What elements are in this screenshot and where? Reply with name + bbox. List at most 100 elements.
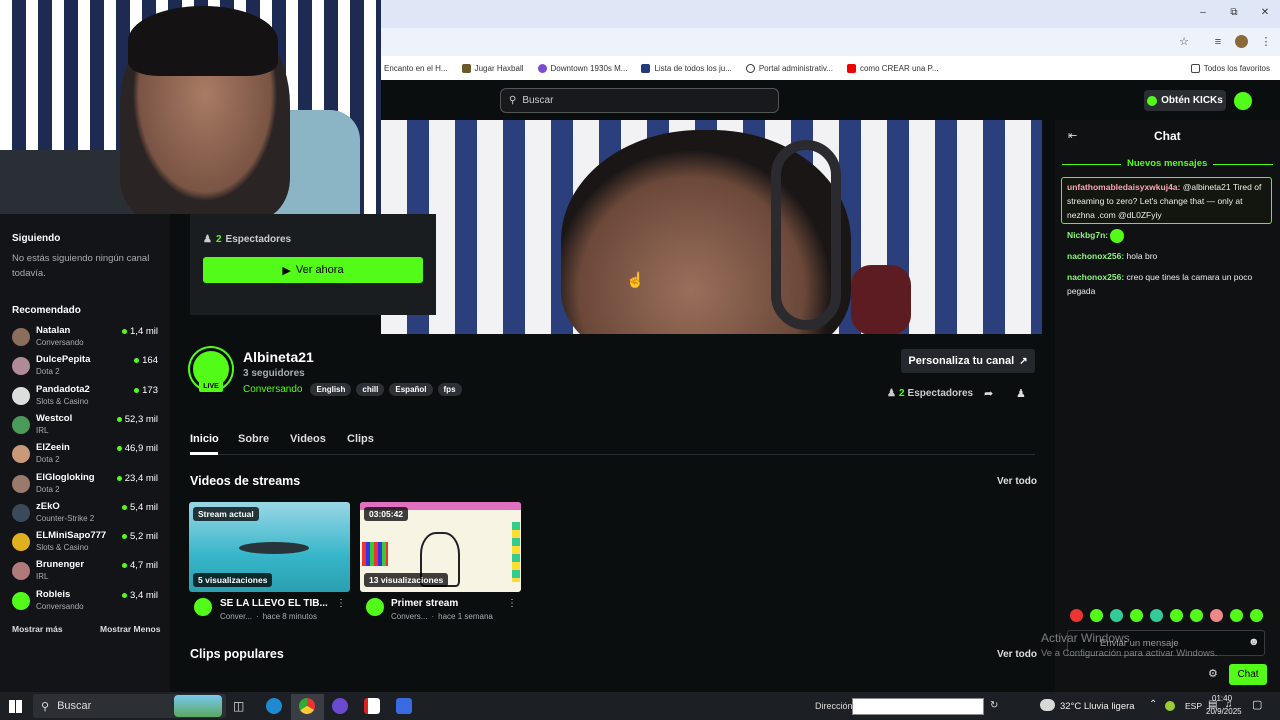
emote-icon[interactable] <box>1110 609 1123 622</box>
chat-username[interactable]: unfathomabledaisyxwkuj4a: <box>1067 182 1180 192</box>
bookmark[interactable]: Lista de todos los ju... <box>641 63 732 73</box>
emote-icon[interactable] <box>1210 609 1223 622</box>
chat-username[interactable]: nachonox256: <box>1067 272 1124 282</box>
extensions-icon[interactable]: ≡ <box>1210 34 1226 50</box>
search-input[interactable]: ⚲ Buscar <box>500 88 779 113</box>
task-view-icon[interactable]: ◫ <box>233 699 244 713</box>
emote-icon[interactable] <box>1230 609 1243 622</box>
close-icon[interactable]: ✕ <box>1250 4 1280 22</box>
bookmark[interactable]: Jugar Haxball <box>461 63 524 73</box>
sidebar-channel[interactable]: ELMiniSapo777 Slots & Casino 5,2 mil <box>12 529 162 557</box>
bookmark[interactable]: como CREAR una P... <box>846 63 939 73</box>
tab-sobre[interactable]: Sobre <box>238 433 269 445</box>
sidebar-channel-category: Dota 2 <box>36 484 60 494</box>
sidebar-channel-category: IRL <box>36 425 49 435</box>
clock-time[interactable]: 01:40 <box>1212 694 1232 703</box>
tag-espanol[interactable]: Español <box>389 383 433 396</box>
show-more-link[interactable]: Mostrar más <box>12 624 63 634</box>
get-kicks-button[interactable]: Obtén KICKs <box>1144 90 1226 111</box>
profile-avatar[interactable] <box>1235 35 1248 48</box>
video-menu-icon[interactable]: ⋮ <box>336 598 346 609</box>
emoji-icon[interactable]: ☻ <box>1248 636 1260 648</box>
refresh-icon[interactable]: ↻ <box>990 700 998 711</box>
obs-icon[interactable] <box>332 698 348 714</box>
emote-icon[interactable] <box>1070 609 1083 622</box>
document-icon[interactable] <box>364 698 380 714</box>
tab-clips[interactable]: Clips <box>347 433 374 445</box>
video-menu-icon[interactable]: ⋮ <box>507 598 517 609</box>
tab-inicio[interactable]: Inicio <box>190 433 219 445</box>
live-dot-icon <box>134 387 140 393</box>
sidebar-channel[interactable]: DulcePepita Dota 2 164 <box>12 353 162 381</box>
address-input[interactable] <box>852 698 984 715</box>
edge-icon[interactable] <box>266 698 282 714</box>
sidebar-channel[interactable]: Robleis Conversando 3,4 mil <box>12 588 162 616</box>
customize-channel-button[interactable]: Personaliza tu canal ↗ <box>901 349 1035 373</box>
settings-gear-icon[interactable]: ⚙ <box>1208 667 1218 680</box>
follow-user-icon[interactable]: ♟ <box>1016 387 1026 400</box>
video-channel-avatar[interactable] <box>366 598 384 616</box>
tab-videos[interactable]: Videos <box>290 433 326 445</box>
emote-icon[interactable] <box>1090 609 1103 622</box>
clips-see-all-link[interactable]: Ver todo <box>997 649 1037 660</box>
tag-english[interactable]: English <box>310 383 352 396</box>
videos-see-all-link[interactable]: Ver todo <box>997 476 1037 487</box>
viewer-count: 4,7 mil <box>130 560 158 572</box>
all-bookmarks[interactable]: Todos los favoritos <box>1190 63 1270 73</box>
sidebar-channel[interactable]: ElZeein Dota 2 46,9 mil <box>12 441 162 469</box>
sidebar-channel[interactable]: Westcol IRL 52,3 mil <box>12 412 162 440</box>
tag-fps[interactable]: fps <box>437 383 462 396</box>
send-chat-button[interactable]: Chat <box>1229 664 1267 685</box>
clock-date[interactable]: 20/9/2025 <box>1206 707 1242 716</box>
watch-now-button[interactable]: ▶ Ver ahora <box>203 257 423 283</box>
kebab-menu-icon[interactable]: ⋮ <box>1258 34 1274 50</box>
emote-icon[interactable] <box>1170 609 1183 622</box>
video-thumbnail[interactable]: 03:05:42 13 visualizaciones <box>360 502 521 592</box>
emote-icon[interactable] <box>1150 609 1163 622</box>
bookmark[interactable]: Portal administrativ... <box>745 63 833 73</box>
tag-chill[interactable]: chill <box>356 383 385 396</box>
live-dot-icon <box>122 534 128 540</box>
sidebar-channel[interactable]: Natalan Conversando 1,4 mil <box>12 324 162 352</box>
following-empty-text: No estás siguiendo ningún canal todavía. <box>12 253 150 279</box>
sidebar-channel[interactable]: zEkO Counter-Strike 2 5,4 mil <box>12 500 162 528</box>
chevron-up-icon[interactable]: ⌃ <box>1149 699 1157 710</box>
sidebar-channel[interactable]: Pandadota2 Slots & Casino 173 <box>12 383 162 411</box>
chat-username[interactable]: nachonox256: <box>1067 251 1124 261</box>
collapse-chat-icon[interactable]: ⇤ <box>1068 129 1077 142</box>
weather-text[interactable]: 32°C Lluvia ligera <box>1060 701 1135 712</box>
emote-icon[interactable] <box>1250 609 1263 622</box>
chat-message: Nickbg7n: <box>1067 228 1267 243</box>
emote-icon[interactable] <box>1190 609 1203 622</box>
video-thumbnail[interactable]: Stream actual 5 visualizaciones <box>189 502 350 592</box>
sidebar-channel-category: Slots & Casino <box>36 543 89 553</box>
sidebar-channel[interactable]: Brunenger IRL 4,7 mil <box>12 558 162 586</box>
play-icon: ▶ <box>282 264 291 277</box>
star-icon[interactable]: ☆ <box>1176 34 1192 50</box>
chat-username[interactable]: Nickbg7n: <box>1067 230 1108 240</box>
emote-icon[interactable] <box>1130 609 1143 622</box>
windows-start-icon[interactable] <box>9 700 22 713</box>
video-player[interactable] <box>381 120 1042 334</box>
app-icon[interactable] <box>396 698 412 714</box>
sidebar-channel-viewers: 1,4 mil <box>122 326 158 337</box>
bookmark[interactable]: Downtown 1930s M... <box>537 63 627 73</box>
category-link[interactable]: Conversando <box>243 384 302 395</box>
tray-icon[interactable] <box>1165 701 1175 711</box>
bookmark[interactable]: Encanto en el H... <box>384 64 448 73</box>
notifications-icon[interactable]: ▢ <box>1252 698 1262 711</box>
chrome-icon[interactable] <box>299 698 315 714</box>
sidebar-channel[interactable]: ElGlogloking Dota 2 23,4 mil <box>12 471 162 499</box>
minimize-icon[interactable]: – <box>1188 4 1218 22</box>
sidebar-channel-viewers: 164 <box>134 355 158 366</box>
language-indicator[interactable]: ESP <box>1185 701 1202 711</box>
video-title[interactable]: SE LA LLEVO EL TIB... <box>220 598 328 609</box>
video-title[interactable]: Primer stream <box>391 598 458 609</box>
user-avatar[interactable] <box>1234 92 1252 110</box>
folder-icon <box>1190 63 1200 73</box>
share-icon[interactable]: ➦ <box>984 387 993 400</box>
show-less-link[interactable]: Mostrar Menos <box>100 624 160 634</box>
video-channel-avatar[interactable] <box>194 598 212 616</box>
chat-message: unfathomabledaisyxwkuj4a: @albineta21 Ti… <box>1067 180 1267 222</box>
maximize-icon[interactable]: ⧉ <box>1219 4 1249 22</box>
